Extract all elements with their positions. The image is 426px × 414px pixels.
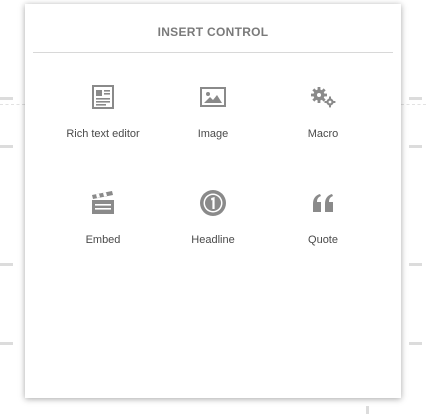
control-label: Headline	[191, 234, 235, 246]
background-grid-dash	[409, 263, 422, 266]
control-quote[interactable]: Quote	[268, 188, 378, 294]
control-label: Rich text editor	[66, 128, 140, 140]
control-rich-text-editor[interactable]: Rich text editor	[48, 82, 158, 188]
number-one-icon	[198, 188, 228, 218]
control-embed[interactable]: Embed	[48, 188, 158, 294]
control-macro[interactable]: Macro	[268, 82, 378, 188]
background-grid-dash	[0, 145, 13, 148]
background-grid-dash	[0, 97, 13, 100]
background-grid-line	[0, 104, 25, 105]
quote-icon	[308, 188, 338, 218]
control-headline[interactable]: Headline	[158, 188, 268, 294]
dialog-title: INSERT CONTROL	[33, 4, 393, 53]
image-icon	[198, 82, 228, 112]
control-label: Macro	[307, 128, 339, 140]
rich-text-editor-icon	[88, 82, 118, 112]
background-grid-line	[401, 104, 426, 105]
background-grid-dash	[366, 406, 369, 414]
control-label: Embed	[85, 234, 121, 246]
background-grid-dash	[409, 342, 422, 345]
control-label: Image	[197, 128, 229, 140]
background-grid-dash	[409, 97, 422, 100]
clapperboard-icon	[88, 188, 118, 218]
canvas-background: INSERT CONTROL Rich text editor Image Ma…	[0, 0, 426, 414]
background-grid-dash	[0, 342, 13, 345]
background-grid-dash	[409, 145, 422, 148]
control-label: Quote	[308, 234, 338, 246]
control-image[interactable]: Image	[158, 82, 268, 188]
background-grid-dash	[0, 263, 13, 266]
control-grid: Rich text editor Image Macro Embed Headl…	[48, 82, 378, 294]
insert-control-dialog: INSERT CONTROL Rich text editor Image Ma…	[25, 4, 401, 398]
gears-icon	[308, 82, 338, 112]
